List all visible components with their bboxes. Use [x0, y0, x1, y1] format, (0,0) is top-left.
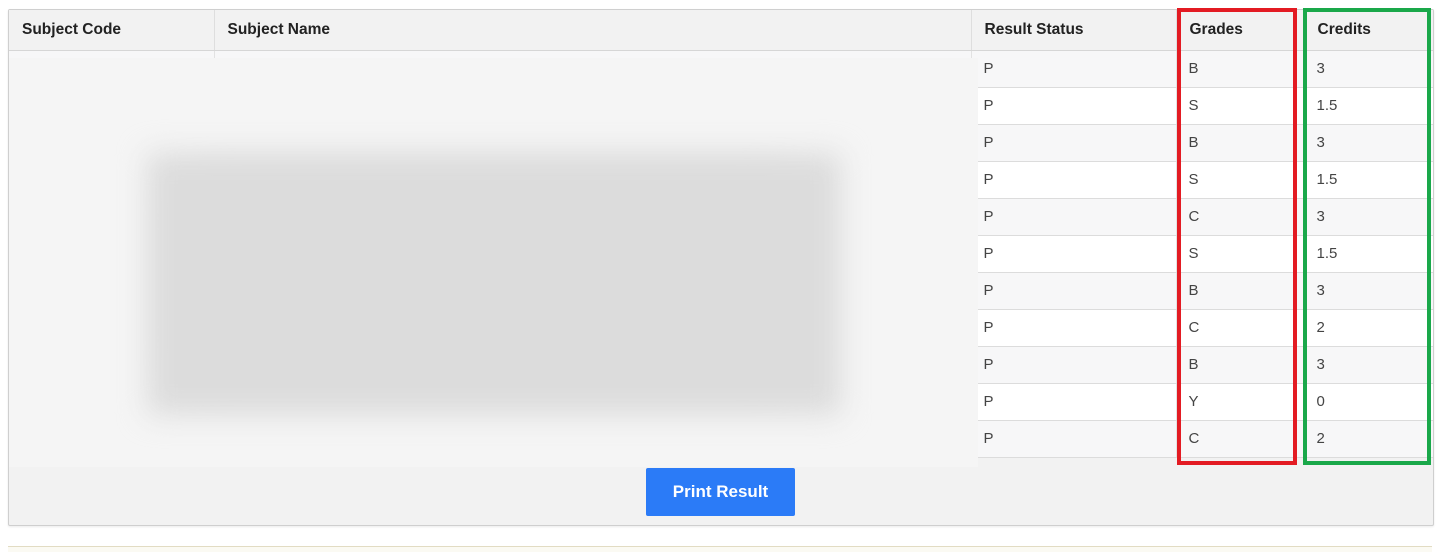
grade-cell: S: [1176, 161, 1305, 199]
header-grades: Grades: [1176, 10, 1305, 51]
table-header-row: Subject Code Subject Name Result Status …: [9, 10, 1433, 51]
grade-cell: Y: [1176, 383, 1305, 421]
credits-cell: 3: [1304, 124, 1433, 162]
grade-cell: B: [1176, 50, 1305, 88]
credits-cell: 3: [1304, 50, 1433, 88]
result-status-cell: P: [971, 346, 1177, 384]
credits-cell: 3: [1304, 272, 1433, 310]
result-status-cell: P: [971, 383, 1177, 421]
result-status-cell: P: [971, 272, 1177, 310]
result-status-cell: P: [971, 124, 1177, 162]
credits-cell: 3: [1304, 346, 1433, 384]
redacted-subjects-overlay: [9, 58, 978, 467]
header-result-status: Result Status: [971, 10, 1177, 51]
header-credits: Credits: [1304, 10, 1433, 51]
redaction-blur: [147, 153, 841, 415]
credits-cell: 2: [1304, 309, 1433, 347]
grade-cell: C: [1176, 420, 1305, 458]
credits-cell: 1.5: [1304, 235, 1433, 273]
credits-cell: 1.5: [1304, 87, 1433, 125]
result-status-cell: P: [971, 309, 1177, 347]
bottom-panel-edge: [8, 546, 1432, 552]
grade-cell: B: [1176, 346, 1305, 384]
result-status-cell: P: [971, 420, 1177, 458]
grade-cell: S: [1176, 235, 1305, 273]
credits-cell: 0: [1304, 383, 1433, 421]
result-status-cell: P: [971, 235, 1177, 273]
grade-cell: B: [1176, 272, 1305, 310]
grade-cell: C: [1176, 198, 1305, 236]
credits-cell: 2: [1304, 420, 1433, 458]
grade-cell: C: [1176, 309, 1305, 347]
result-status-cell: P: [971, 198, 1177, 236]
grade-cell: S: [1176, 87, 1305, 125]
header-subject-code: Subject Code: [9, 10, 215, 51]
credits-cell: 3: [1304, 198, 1433, 236]
header-subject-name: Subject Name: [214, 10, 972, 51]
result-status-cell: P: [971, 50, 1177, 88]
credits-cell: 1.5: [1304, 161, 1433, 199]
print-result-button[interactable]: Print Result: [646, 468, 795, 516]
result-panel: Subject Code Subject Name Result Status …: [8, 8, 1434, 526]
result-status-cell: P: [971, 87, 1177, 125]
result-status-cell: P: [971, 161, 1177, 199]
grade-cell: B: [1176, 124, 1305, 162]
